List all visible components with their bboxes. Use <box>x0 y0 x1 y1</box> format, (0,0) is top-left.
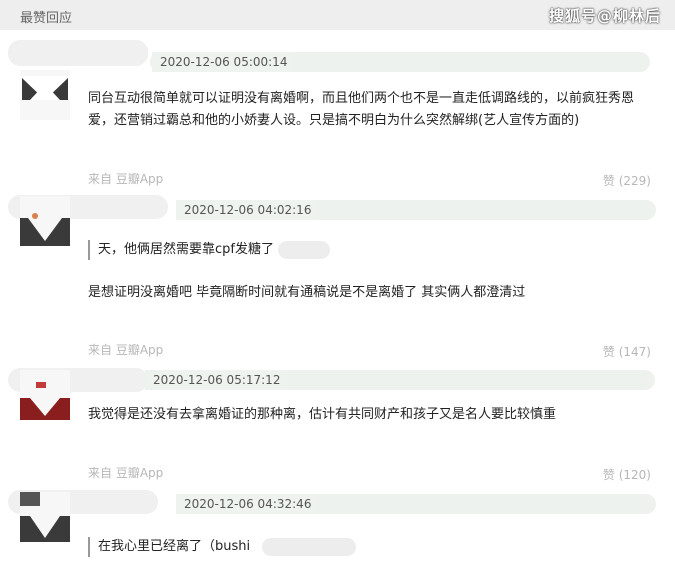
avatar[interactable] <box>20 370 70 420</box>
comment-body: 是想证明没离婚吧 毕竟隔断时间就有通稿说是不是离婚了 其实俩人都澄清过 <box>88 285 526 300</box>
quoted-text: 天，他俩居然需要靠cpf发糖了 <box>88 240 274 260</box>
like-button[interactable]: 赞 (120) <box>603 466 651 483</box>
blurred-mention <box>278 241 330 259</box>
like-button[interactable]: 赞 (147) <box>603 343 651 360</box>
avatar[interactable] <box>20 70 70 120</box>
quoted-text: 在我心里已经离了（bushi <box>88 537 250 557</box>
comment-source: 来自 豆瓣App <box>88 172 164 186</box>
blurred-mention <box>262 538 356 556</box>
avatar[interactable] <box>20 492 70 542</box>
blurred-username <box>8 40 148 66</box>
comment-source: 来自 豆瓣App <box>88 466 164 480</box>
avatar[interactable] <box>20 196 70 246</box>
comment-time: 2020-12-06 04:32:46 <box>176 494 320 514</box>
like-button[interactable]: 赞 (229) <box>603 172 651 189</box>
comment-time: 2020-12-06 05:17:12 <box>145 370 289 390</box>
section-header: 最赞回应 搜狐号@柳林后 <box>0 0 675 30</box>
comment-source: 来自 豆瓣App <box>88 343 164 357</box>
comment-time: 2020-12-06 05:00:14 <box>152 52 296 72</box>
section-title: 最赞回应 <box>20 11 73 26</box>
comment-time: 2020-12-06 04:02:16 <box>176 200 320 220</box>
comment-body: 我觉得是还没有去拿离婚证的那种离，估计有共同财产和孩子又是名人要比较慎重 <box>88 407 557 422</box>
comment-body: 同台互动很简单就可以证明没有离婚啊，而且他们两个也不是一直走低调路线的，以前疯狂… <box>88 91 635 128</box>
watermark: 搜狐号@柳林后 <box>548 7 661 25</box>
